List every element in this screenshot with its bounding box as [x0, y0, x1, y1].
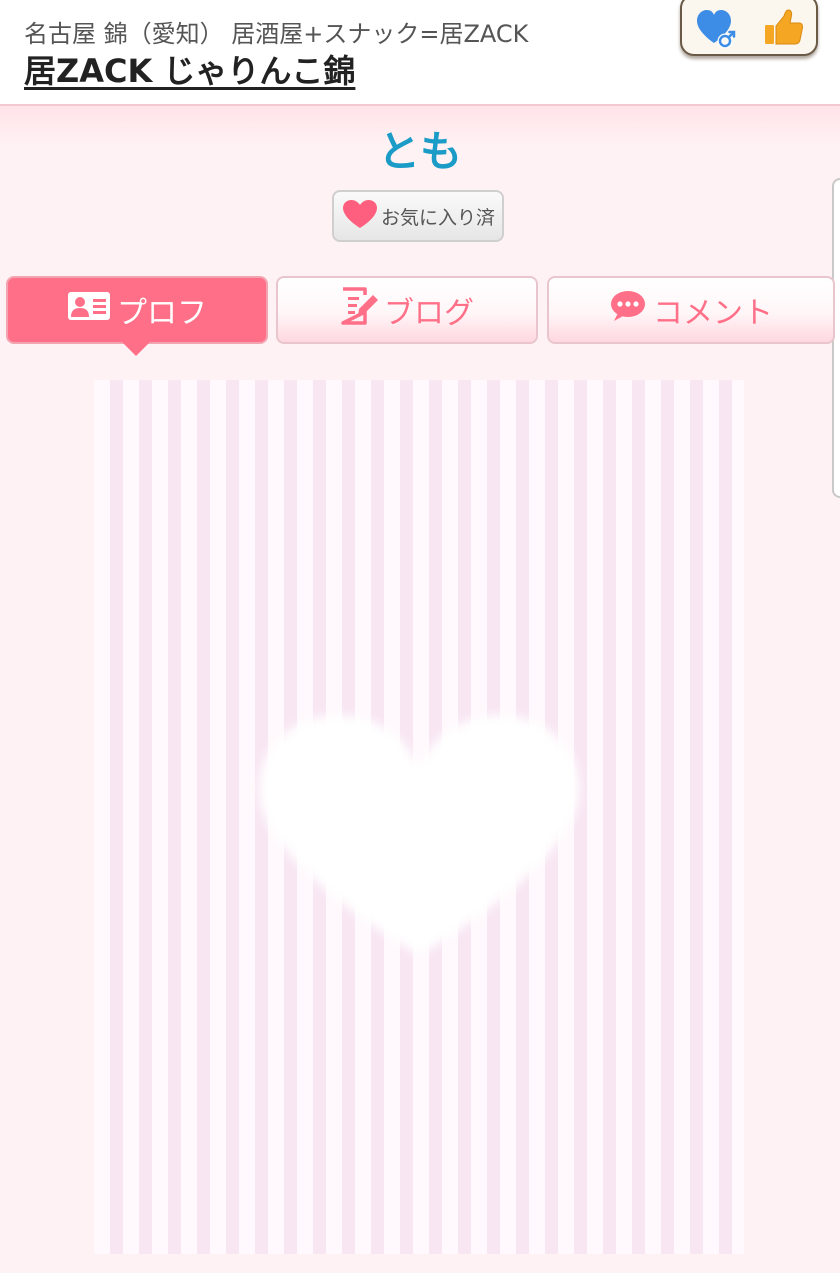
favorite-button[interactable]: お気に入り済 — [332, 190, 504, 242]
tab-profile-label: プロフ — [117, 296, 207, 331]
comment-bubble-icon — [609, 289, 647, 331]
heart-icon — [341, 198, 379, 235]
tab-comment-label: コメント — [653, 296, 773, 331]
thumbs-up-icon[interactable] — [761, 6, 805, 50]
profile-photo — [94, 380, 744, 1254]
shop-name-link[interactable]: 居ZACK じゃりんこ錦 — [24, 46, 355, 92]
cast-name: とも — [377, 127, 462, 176]
profile-card-icon — [67, 291, 111, 329]
tab-profile[interactable]: プロフ — [6, 276, 268, 356]
heart-male-icon[interactable] — [694, 6, 738, 50]
tab-comment[interactable]: コメント — [547, 276, 835, 344]
shop-subtitle: 名古屋 錦（愛知） 居酒屋+スナック=居ZACK — [24, 20, 529, 48]
tab-blog[interactable]: ブログ — [276, 276, 538, 344]
header-actions — [680, 0, 818, 56]
tab-blog-label: ブログ — [384, 296, 474, 331]
favorite-label: お気に入り済 — [380, 206, 495, 229]
site-header: 名古屋 錦（愛知） 居酒屋+スナック=居ZACK 居ZACK じゃりんこ錦 — [0, 0, 840, 106]
photo-heart-graphic — [259, 715, 579, 955]
blog-edit-icon — [340, 286, 378, 334]
